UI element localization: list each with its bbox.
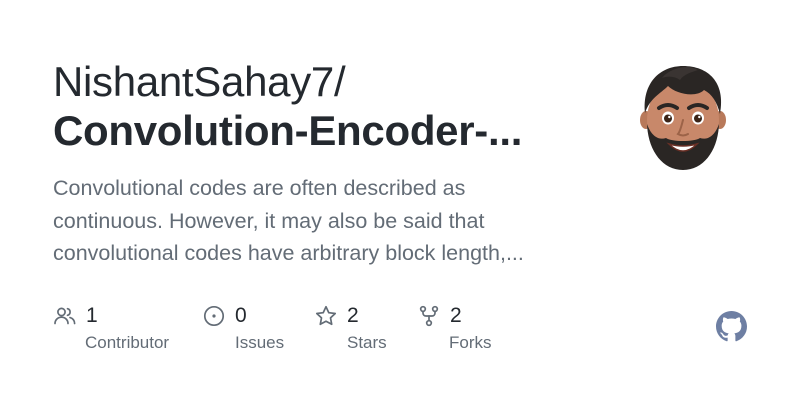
stars-label: Stars	[347, 333, 387, 352]
repo-name: Convolution-Encoder-...	[53, 107, 523, 154]
star-icon	[314, 304, 338, 328]
stat-issues: 0 Issues	[202, 302, 284, 352]
repo-description: Convolutional codes are often described …	[53, 172, 573, 270]
issue-opened-icon	[202, 304, 226, 328]
repo-owner: NishantSahay7/	[53, 58, 346, 105]
contributors-label: Contributor	[85, 333, 170, 352]
description-line: Convolutional codes are often described …	[53, 176, 466, 200]
stars-count: 2	[347, 304, 359, 327]
issues-label: Issues	[235, 333, 285, 352]
github-mark-icon[interactable]	[716, 311, 747, 342]
description-line: continuous. However, it may also be said…	[53, 208, 485, 233]
stat-stars: 2 Stars	[314, 302, 387, 352]
description-line: convolutional codes have arbitrary block…	[53, 241, 524, 265]
issues-count: 0	[235, 304, 247, 327]
memoji-avatar	[640, 58, 726, 178]
forks-count: 2	[450, 304, 462, 327]
stat-contributors: 1 Contributor	[53, 302, 169, 352]
stat-forks: 2 Forks	[417, 302, 492, 352]
forks-label: Forks	[449, 333, 492, 352]
people-icon	[53, 304, 77, 328]
contributors-count: 1	[86, 304, 98, 327]
repo-forked-icon	[417, 304, 441, 328]
